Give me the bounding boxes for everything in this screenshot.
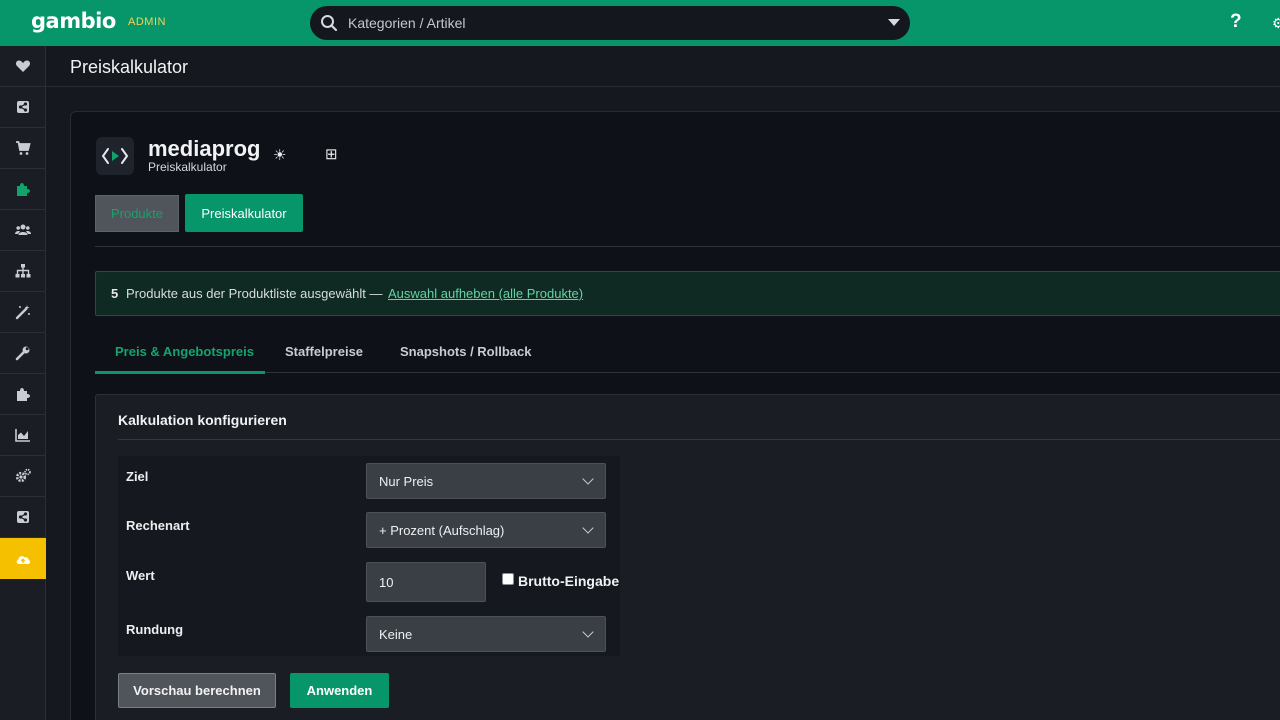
share-icon — [17, 511, 29, 523]
sitemap-icon — [15, 264, 31, 278]
help-icon[interactable]: ? — [1230, 11, 1242, 33]
sidebar-item-marketing[interactable] — [0, 292, 46, 333]
cogs-icon — [15, 468, 31, 483]
page-header: Preiskalkulator — [46, 46, 1280, 87]
tab-staffelpreise[interactable]: Staffelpreise — [285, 344, 363, 359]
settings-icon[interactable]: ⚙ — [1272, 15, 1280, 29]
rechenart-select[interactable]: + Prozent (Aufschlag) — [366, 512, 606, 548]
tab-preis-angebotspreis[interactable]: Preis & Angebotspreis — [115, 344, 254, 359]
admin-badge: ADMIN — [128, 16, 166, 28]
sidebar-item-favorites[interactable] — [0, 46, 46, 87]
divider — [95, 246, 1280, 247]
puzzle-icon — [17, 183, 30, 196]
sidebar-item-share-2[interactable] — [0, 497, 46, 538]
preview-button[interactable]: Vorschau berechnen — [118, 673, 276, 708]
page-title: Preiskalkulator — [70, 57, 189, 77]
apply-button[interactable]: Anwenden — [290, 673, 389, 708]
cloud-upload-icon — [16, 555, 31, 564]
sidebar-item-share[interactable] — [0, 87, 46, 128]
selection-info-box: 5 Produkte aus der Produktliste ausgewäh… — [95, 271, 1280, 316]
sidebar-item-modules[interactable] — [0, 374, 46, 415]
produkte-button[interactable]: Produkte — [95, 195, 179, 232]
panel-title: Kalkulation konfigurieren — [118, 412, 287, 428]
tabs-divider — [95, 372, 1280, 373]
clear-selection-link[interactable]: Auswahl aufheben (alle Produkte) — [388, 286, 583, 301]
ziel-label: Ziel — [126, 469, 149, 484]
rechenart-label: Rechenart — [126, 518, 190, 533]
users-icon — [15, 224, 31, 235]
cart-icon — [16, 141, 31, 155]
rechenart-select-value: + Prozent (Aufschlag) — [379, 523, 505, 538]
wert-input[interactable] — [366, 562, 486, 602]
sidebar-item-cloud-upload[interactable] — [0, 538, 46, 579]
chevron-down-icon — [582, 626, 594, 638]
brutto-checkbox-label[interactable]: Brutto-Eingabe — [518, 573, 619, 589]
puzzle-icon — [17, 388, 30, 401]
sidebar-item-modules-active[interactable] — [0, 169, 46, 210]
theme-toggle-icon[interactable]: ☀ — [273, 146, 286, 164]
rundung-select-value: Keine — [379, 627, 413, 642]
panel-divider — [118, 439, 1280, 440]
preiskalkulator-button[interactable]: Preiskalkulator — [185, 194, 303, 232]
selection-text: Produkte aus der Produktliste ausgewählt… — [126, 286, 383, 301]
tab-snapshots-rollback[interactable]: Snapshots / Rollback — [400, 344, 531, 359]
sidebar-item-orders[interactable] — [0, 128, 46, 169]
app-subtitle: Preiskalkulator — [148, 160, 227, 174]
ziel-select-value: Nur Preis — [379, 474, 434, 489]
rundung-select[interactable]: Keine — [366, 616, 606, 652]
sidebar-item-settings[interactable] — [0, 456, 46, 497]
sidebar-item-statistics[interactable] — [0, 415, 46, 456]
ziel-select[interactable]: Nur Preis — [366, 463, 606, 499]
search-bar[interactable] — [310, 6, 910, 40]
search-icon — [321, 15, 338, 32]
app-name: mediaprog — [148, 136, 261, 161]
chart-icon — [15, 429, 30, 442]
rundung-label: Rundung — [126, 622, 184, 637]
search-input[interactable] — [348, 6, 878, 40]
search-dropdown-caret-icon[interactable] — [888, 19, 900, 26]
mediaprog-logo-icon — [96, 137, 134, 175]
gambio-logo[interactable]: gambio — [31, 9, 116, 33]
brutto-checkbox[interactable] — [502, 573, 514, 585]
wrench-icon — [15, 346, 30, 361]
grid-view-icon[interactable]: ⊞ — [325, 145, 338, 163]
chevron-down-icon — [582, 522, 594, 534]
magic-wand-icon — [15, 305, 30, 320]
heart-icon — [15, 60, 31, 72]
wert-label: Wert — [126, 568, 155, 583]
sidebar-item-tools[interactable] — [0, 333, 46, 374]
selected-count: 5 — [111, 286, 119, 301]
share-icon — [17, 101, 29, 113]
active-tab-indicator — [95, 371, 265, 374]
sidebar-item-structure[interactable] — [0, 251, 46, 292]
top-bar: gambio ADMIN ? ⚙ — [0, 0, 1280, 46]
sidebar — [0, 46, 46, 720]
sidebar-item-customers[interactable] — [0, 210, 46, 251]
chevron-down-icon — [582, 473, 594, 485]
